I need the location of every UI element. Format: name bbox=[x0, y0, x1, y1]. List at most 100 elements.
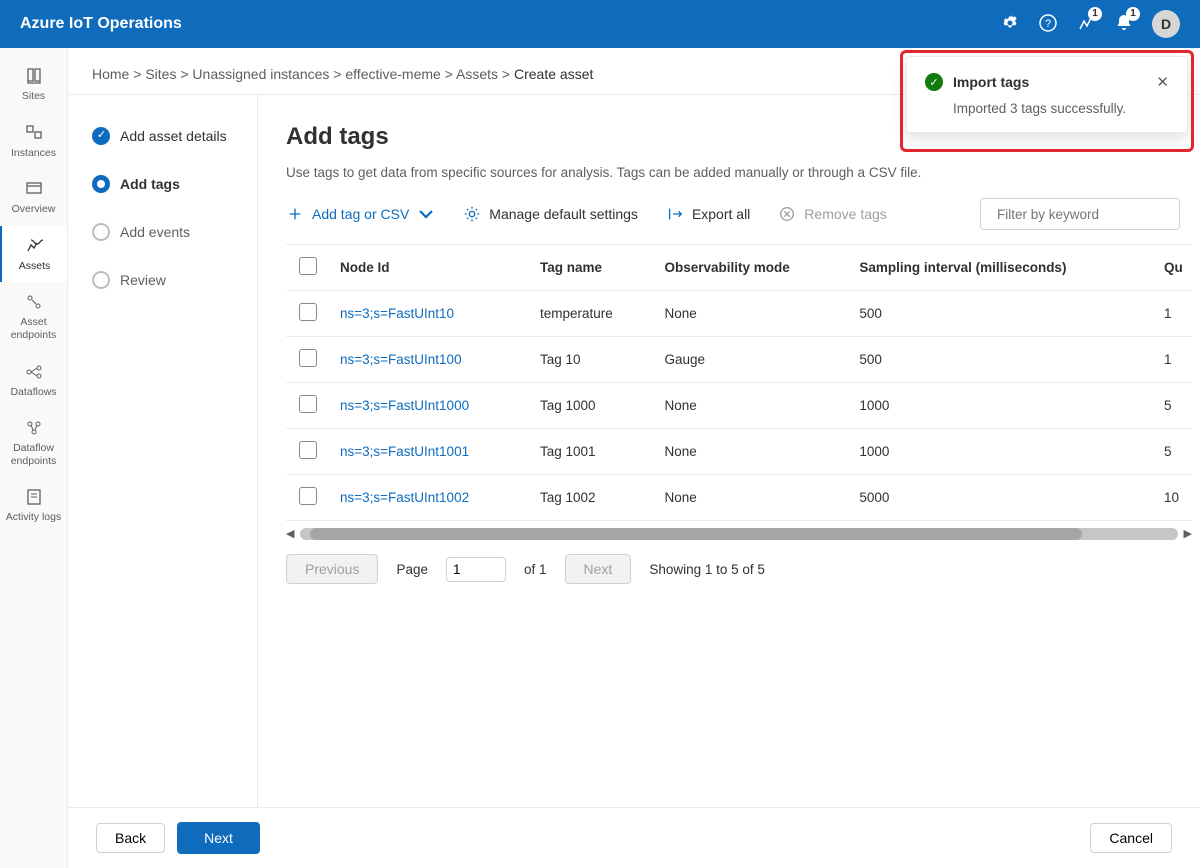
avatar[interactable]: D bbox=[1152, 10, 1180, 38]
table-row: ns=3;s=FastUInt1002 Tag 1002 None 5000 1… bbox=[286, 475, 1192, 521]
table-row: ns=3;s=FastUInt10 temperature None 500 1 bbox=[286, 291, 1192, 337]
manage-settings-button[interactable]: Manage default settings bbox=[463, 205, 638, 223]
remove-icon bbox=[778, 205, 796, 223]
rail-dataflow-endpoints[interactable]: Dataflow endpoints bbox=[0, 408, 67, 477]
wizard-step-events[interactable]: Add events bbox=[92, 223, 257, 241]
export-icon bbox=[666, 205, 684, 223]
filter-box[interactable] bbox=[980, 198, 1180, 230]
close-icon[interactable]: ✕ bbox=[1156, 73, 1169, 91]
node-id-link[interactable]: ns=3;s=FastUInt1000 bbox=[330, 383, 530, 429]
settings-icon[interactable] bbox=[1000, 13, 1020, 36]
page-input[interactable] bbox=[446, 557, 506, 582]
row-checkbox[interactable] bbox=[299, 395, 317, 413]
row-checkbox[interactable] bbox=[299, 487, 317, 505]
toast-body: Imported 3 tags successfully. bbox=[925, 101, 1169, 116]
rail-assets[interactable]: Assets bbox=[0, 226, 67, 283]
col-interval[interactable]: Sampling interval (milliseconds) bbox=[849, 245, 1154, 291]
top-header: Azure IoT Operations ? 1 1 D bbox=[0, 0, 1200, 48]
wizard-step-tags[interactable]: Add tags bbox=[92, 175, 257, 193]
wizard-steps: Add asset details Add tags Add events Re… bbox=[68, 95, 258, 868]
cell-interval: 1000 bbox=[849, 429, 1154, 475]
cancel-button[interactable]: Cancel bbox=[1090, 823, 1172, 853]
cell-qu: 1 bbox=[1154, 291, 1192, 337]
cell-qu: 5 bbox=[1154, 383, 1192, 429]
cell-mode: None bbox=[654, 383, 849, 429]
tags-table: Node Id Tag name Observability mode Samp… bbox=[286, 244, 1192, 521]
cell-tag-name: temperature bbox=[530, 291, 654, 337]
cell-interval: 5000 bbox=[849, 475, 1154, 521]
node-id-link[interactable]: ns=3;s=FastUInt100 bbox=[330, 337, 530, 383]
row-checkbox[interactable] bbox=[299, 349, 317, 367]
wizard-step-details[interactable]: Add asset details bbox=[92, 127, 257, 145]
rail-activity-logs[interactable]: Activity logs bbox=[0, 477, 67, 534]
rail-overview[interactable]: Overview bbox=[0, 169, 67, 226]
breadcrumb-home[interactable]: Home bbox=[92, 66, 129, 82]
notifications-badge: 1 bbox=[1126, 7, 1140, 21]
notifications-icon[interactable]: 1 bbox=[1114, 13, 1134, 36]
breadcrumb-sites[interactable]: Sites bbox=[145, 66, 176, 82]
logs-icon bbox=[24, 487, 44, 507]
cell-tag-name: Tag 10 bbox=[530, 337, 654, 383]
help-icon[interactable]: ? bbox=[1038, 13, 1058, 36]
remove-tags-button: Remove tags bbox=[778, 205, 886, 223]
pending-step-icon bbox=[92, 223, 110, 241]
left-rail: Sites Instances Overview Assets Asset en… bbox=[0, 48, 68, 868]
chevron-down-icon bbox=[417, 205, 435, 223]
row-checkbox[interactable] bbox=[299, 441, 317, 459]
horizontal-scrollbar[interactable]: ◀ ▶ bbox=[286, 527, 1192, 540]
cell-qu: 5 bbox=[1154, 429, 1192, 475]
col-qu[interactable]: Qu bbox=[1154, 245, 1192, 291]
wizard-footer: Back Next Cancel bbox=[68, 807, 1200, 868]
diagnostics-icon[interactable]: 1 bbox=[1076, 13, 1096, 36]
cell-qu: 10 bbox=[1154, 475, 1192, 521]
book-icon bbox=[24, 66, 44, 86]
breadcrumb-unassigned[interactable]: Unassigned instances bbox=[192, 66, 329, 82]
success-icon: ✓ bbox=[925, 73, 943, 91]
scroll-right-icon[interactable]: ▶ bbox=[1184, 527, 1192, 540]
rail-instances[interactable]: Instances bbox=[0, 113, 67, 170]
node-id-link[interactable]: ns=3;s=FastUInt10 bbox=[330, 291, 530, 337]
breadcrumb-instance[interactable]: effective-meme bbox=[345, 66, 440, 82]
add-tag-button[interactable]: Add tag or CSV bbox=[286, 205, 435, 223]
assets-icon bbox=[25, 236, 45, 256]
df-endpoints-icon bbox=[24, 418, 44, 438]
filter-input[interactable] bbox=[997, 207, 1174, 222]
instances-icon bbox=[24, 123, 44, 143]
cell-tag-name: Tag 1000 bbox=[530, 383, 654, 429]
row-checkbox[interactable] bbox=[299, 303, 317, 321]
col-tag-name[interactable]: Tag name bbox=[530, 245, 654, 291]
select-all-checkbox[interactable] bbox=[299, 257, 317, 275]
node-id-link[interactable]: ns=3;s=FastUInt1001 bbox=[330, 429, 530, 475]
next-button[interactable]: Next bbox=[177, 822, 260, 854]
previous-button: Previous bbox=[286, 554, 378, 584]
cell-interval: 500 bbox=[849, 291, 1154, 337]
node-id-link[interactable]: ns=3;s=FastUInt1002 bbox=[330, 475, 530, 521]
overview-icon bbox=[24, 179, 44, 199]
table-row: ns=3;s=FastUInt100 Tag 10 Gauge 500 1 bbox=[286, 337, 1192, 383]
svg-text:?: ? bbox=[1045, 18, 1051, 30]
toolbar: Add tag or CSV Manage default settings E… bbox=[286, 198, 1192, 230]
wizard-step-review[interactable]: Review bbox=[92, 271, 257, 289]
cell-mode: None bbox=[654, 429, 849, 475]
rail-sites[interactable]: Sites bbox=[0, 56, 67, 113]
active-step-icon bbox=[92, 175, 110, 193]
table-row: ns=3;s=FastUInt1001 Tag 1001 None 1000 5 bbox=[286, 429, 1192, 475]
breadcrumb-assets[interactable]: Assets bbox=[456, 66, 498, 82]
showing-text: Showing 1 to 5 of 5 bbox=[649, 562, 765, 577]
cell-mode: Gauge bbox=[654, 337, 849, 383]
col-node-id[interactable]: Node Id bbox=[330, 245, 530, 291]
col-observability[interactable]: Observability mode bbox=[654, 245, 849, 291]
export-all-button[interactable]: Export all bbox=[666, 205, 750, 223]
breadcrumb-current: Create asset bbox=[514, 66, 593, 82]
cell-tag-name: Tag 1002 bbox=[530, 475, 654, 521]
of-label: of 1 bbox=[524, 562, 547, 577]
cell-mode: None bbox=[654, 475, 849, 521]
header-actions: ? 1 1 D bbox=[1000, 10, 1180, 38]
app-title: Azure IoT Operations bbox=[20, 15, 182, 33]
cell-interval: 500 bbox=[849, 337, 1154, 383]
rail-dataflows[interactable]: Dataflows bbox=[0, 352, 67, 409]
back-button[interactable]: Back bbox=[96, 823, 165, 853]
pagination: Previous Page of 1 Next Showing 1 to 5 o… bbox=[286, 554, 1192, 584]
rail-asset-endpoints[interactable]: Asset endpoints bbox=[0, 282, 67, 351]
scroll-left-icon[interactable]: ◀ bbox=[286, 527, 294, 540]
